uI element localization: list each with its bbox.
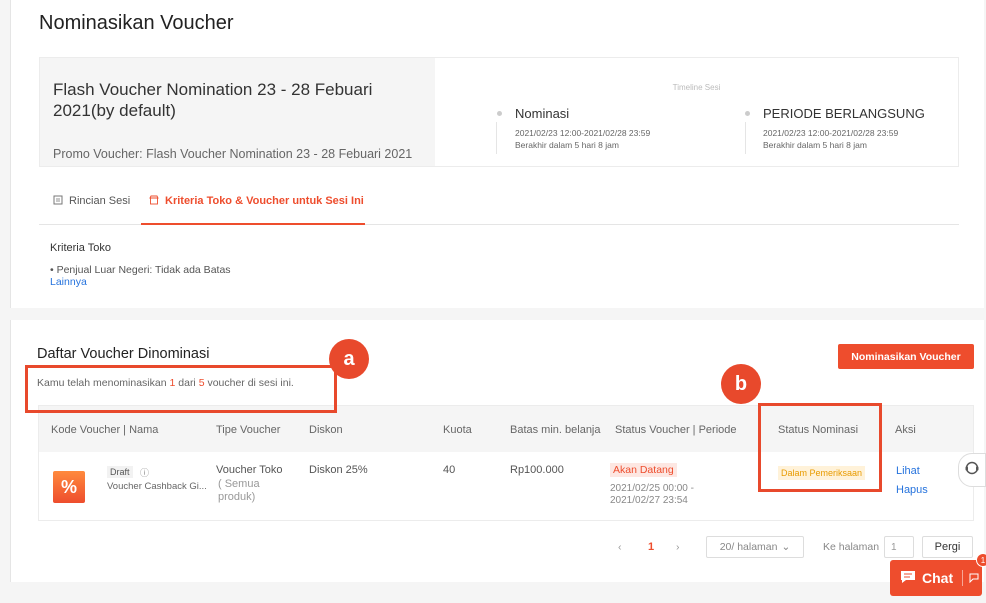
chat-expand-icon (969, 570, 979, 586)
list-title: Daftar Voucher Dinominasi (37, 346, 210, 362)
chat-label: Chat (922, 570, 954, 586)
kriteria-title: Kriteria Toko (50, 242, 111, 254)
tab-rincian-sesi[interactable]: Rincian Sesi (53, 190, 130, 225)
session-info: Flash Voucher Nomination 23 - 28 Febuari… (40, 58, 435, 166)
headset-icon (964, 460, 980, 481)
tab-kriteria[interactable]: Kriteria Toko & Voucher untuk Sesi Ini (149, 190, 364, 225)
timeline-periode-remaining: Berakhir dalam 5 hari 8 jam (763, 140, 867, 150)
tab-bar: Rincian Sesi Kriteria Toko & Voucher unt… (39, 190, 959, 225)
nominate-voucher-button[interactable]: Nominasikan Voucher (838, 344, 974, 369)
session-timeline: Timeline Sesi Nominasi 2021/02/23 12:00-… (435, 58, 958, 166)
annotation-box-b (758, 403, 882, 492)
timeline-periode: PERIODE BERLANGSUNG 2021/02/23 12:00-202… (745, 106, 925, 150)
kriteria-more-link[interactable]: Lainnya (50, 276, 87, 288)
column-header: Batas min. belanja (510, 424, 601, 436)
session-promo: Promo Voucher: Flash Voucher Nomination … (53, 147, 413, 161)
timeline-periode-date: 2021/02/23 12:00-2021/02/28 23:59 (763, 128, 899, 138)
timeline-nominasi: Nominasi 2021/02/23 12:00-2021/02/28 23:… (497, 106, 651, 150)
timeline-dot-icon (745, 111, 750, 116)
delete-link[interactable]: Hapus (896, 484, 928, 496)
kriteria-item: • Penjual Luar Negeri: Tidak ada Batas (50, 264, 231, 276)
column-header: Kode Voucher | Nama (51, 424, 159, 436)
chevron-down-icon: ⌄ (781, 541, 791, 553)
per-page-value: 20/ halaman (719, 541, 778, 553)
annotation-box-a (25, 365, 337, 413)
page-title: Nominasikan Voucher (39, 12, 234, 34)
voucher-type-sub: ( Semua (218, 478, 260, 490)
annotation-label-b: b (721, 364, 761, 404)
document-icon (53, 195, 63, 205)
chat-icon (900, 570, 916, 587)
column-header: Diskon (309, 424, 343, 436)
chat-button[interactable]: Chat (890, 560, 982, 596)
shop-icon (149, 195, 159, 205)
voucher-type-sub: produk) (218, 491, 256, 503)
tab-active-indicator (141, 223, 365, 225)
voucher-min-spend: Rp100.000 (510, 464, 564, 476)
timeline-title: Timeline Sesi (672, 83, 721, 92)
timeline-dot-icon (497, 111, 502, 116)
voucher-status-badge: Akan Datang (610, 463, 677, 477)
session-card: Nominasikan Voucher Flash Voucher Nomina… (10, 0, 984, 308)
timeline-nominasi-remaining: Berakhir dalam 5 hari 8 jam (515, 140, 619, 150)
timeline-periode-name: PERIODE BERLANGSUNG (763, 106, 925, 121)
timeline-nominasi-date: 2021/02/23 12:00-2021/02/28 23:59 (515, 128, 651, 138)
session-box: Flash Voucher Nomination 23 - 28 Febuari… (39, 57, 959, 167)
voucher-discount: Diskon 25% (309, 464, 368, 476)
info-icon[interactable]: ⓘ (140, 466, 149, 479)
annotation-label-a: a (329, 339, 369, 379)
timeline-line (496, 122, 497, 154)
timeline-line (745, 122, 746, 154)
voucher-quota: 40 (443, 464, 456, 476)
next-page-icon[interactable]: › (676, 541, 680, 553)
voucher-percent-icon: % (53, 471, 85, 503)
help-bubble[interactable] (958, 453, 986, 487)
column-header: Tipe Voucher (216, 424, 281, 436)
timeline-nominasi-name: Nominasi (515, 106, 570, 121)
column-header: Kuota (443, 424, 472, 436)
per-page-select[interactable]: 20/ halaman ⌄ (706, 536, 804, 558)
tab-label: Rincian Sesi (69, 195, 131, 207)
voucher-period: 2021/02/25 00:00 - 2021/02/27 23:54 (610, 483, 694, 506)
column-header: Aksi (895, 424, 916, 436)
goto-page-input[interactable] (884, 536, 914, 558)
draft-badge: Draft (107, 466, 133, 478)
tab-label: Kriteria Toko & Voucher untuk Sesi Ini (165, 195, 364, 207)
goto-label: Ke halaman (823, 541, 880, 553)
current-page[interactable]: 1 (648, 541, 654, 553)
session-title: Flash Voucher Nomination 23 - 28 Febuari… (53, 80, 373, 120)
view-link[interactable]: Lihat (896, 465, 920, 477)
goto-button[interactable]: Pergi (922, 536, 973, 558)
chat-notification-badge: 1 (976, 553, 986, 567)
voucher-type: Voucher Toko (216, 464, 283, 476)
voucher-name: Voucher Cashback Gi... (107, 481, 207, 492)
chat-divider (962, 570, 964, 586)
prev-page-icon[interactable]: ‹ (618, 541, 622, 553)
column-header: Status Voucher | Periode (615, 424, 737, 436)
